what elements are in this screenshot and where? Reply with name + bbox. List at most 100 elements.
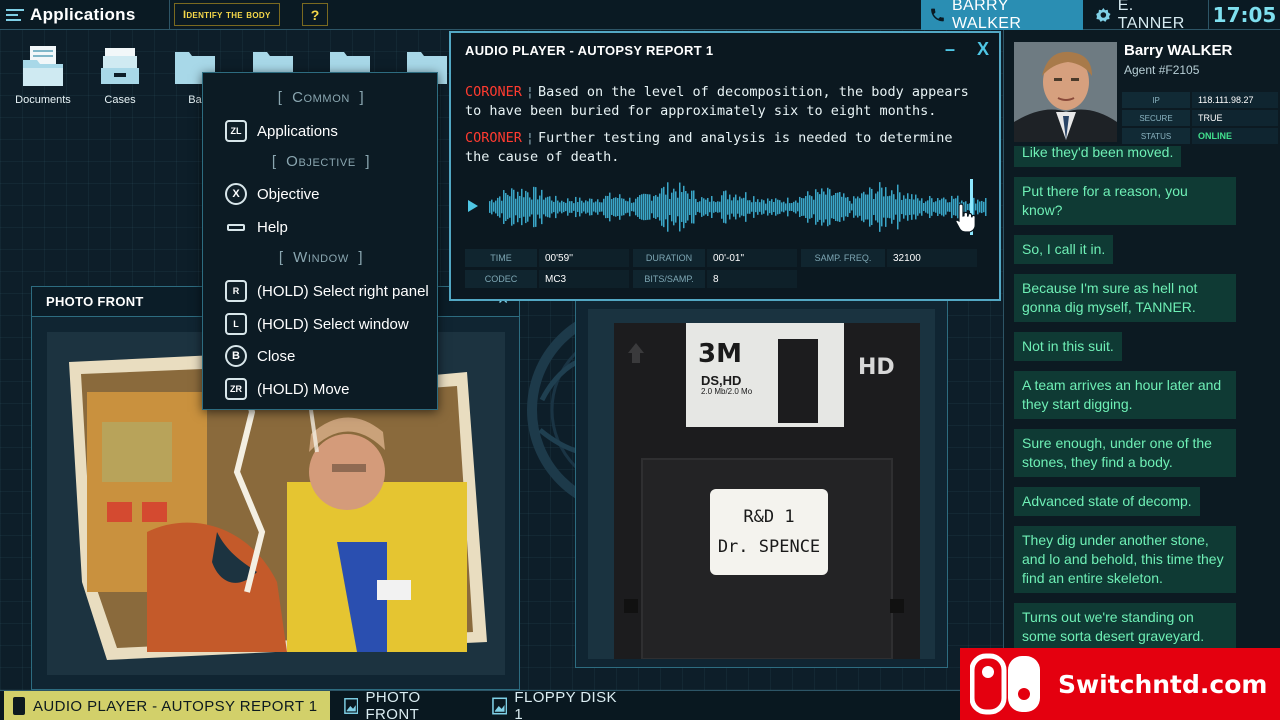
audio-player-window[interactable]: AUDIO PLAYER - AUTOPSY REPORT 1 – X CORO… <box>449 31 1001 301</box>
applications-label: Applications <box>30 5 136 24</box>
transcript-line: CORONER ¦ Further testing and analysis is … <box>465 130 953 165</box>
image-icon <box>492 697 508 715</box>
field-label: SECURE <box>1122 110 1190 126</box>
menu-item-help[interactable]: Help <box>225 216 288 238</box>
speaker-name: CORONER <box>465 84 522 100</box>
stat-label: BITS/SAMP. <box>633 270 705 288</box>
menu-item-applications[interactable]: ZL Applications <box>225 120 338 142</box>
agent-id: Agent #F2105 <box>1124 63 1200 77</box>
agent-profile: Barry WALKER Agent #F2105 IP 118.111.98.2… <box>1004 30 1280 146</box>
icon-label: Documents <box>15 94 71 106</box>
transcript-text: Further testing and analysis is needed t… <box>465 130 953 165</box>
menu-item-select-right-panel[interactable]: R (HOLD) Select right panel <box>225 280 429 302</box>
switch-logo-icon <box>970 653 1040 715</box>
taskbar-item-floppy-disk[interactable]: FLOPPY DISK 1 <box>484 689 634 720</box>
current-objective[interactable]: Identify the body <box>174 3 280 26</box>
menu-item-move[interactable]: ZR (HOLD) Move <box>225 378 350 400</box>
image-icon <box>344 698 359 714</box>
menu-item-objective[interactable]: X Objective <box>225 183 320 205</box>
applications-menu-button[interactable]: Applications <box>0 0 170 30</box>
stat-label: CODEC <box>465 270 537 288</box>
site-watermark: Switchntd.com <box>960 648 1280 720</box>
menu-item-select-window[interactable]: L (HOLD) Select window <box>225 313 409 335</box>
waveform-icon <box>489 179 987 235</box>
menu-section-common: [ Common ] <box>277 89 365 106</box>
b-button-icon: B <box>225 345 247 367</box>
minimize-icon[interactable]: – <box>945 39 955 60</box>
floppy-brand: 3M <box>698 339 742 369</box>
phone-receiver-icon <box>13 697 25 715</box>
contact-tab-barry-walker[interactable]: BARRY WALKER <box>921 0 1083 32</box>
floppy-label-line1: R&D 1 <box>743 507 795 527</box>
menu-item-label: (HOLD) Move <box>257 380 350 398</box>
stat-label: SAMP. FREQ. <box>801 249 885 267</box>
chat-message: A team arrives an hour later and they st… <box>1014 371 1236 419</box>
stat-time: 00'59'' <box>539 249 629 267</box>
r-button-icon: R <box>225 280 247 302</box>
chat-message: Not in this suit. <box>1014 332 1122 361</box>
window-title: AUDIO PLAYER - AUTOPSY REPORT 1 <box>465 42 714 58</box>
menu-item-label: Objective <box>257 185 320 203</box>
zr-button-icon: ZR <box>225 378 247 400</box>
agent-portrait <box>1014 42 1117 142</box>
play-icon[interactable] <box>467 199 479 213</box>
menu-section-objective: [ Objective ] <box>271 153 371 170</box>
floppy-disk-window[interactable]: 3M DS,HD 2.0 Mb/2.0 Mo HD R&D 1 Dr. SPEN… <box>575 300 948 668</box>
agent-ip: 118.111.98.27 <box>1192 92 1278 108</box>
stat-codec: MC3 <box>539 270 629 288</box>
stat-label: DURATION <box>633 249 705 267</box>
audio-metadata: TIME 00'59'' DURATION 00'-01" SAMP. FREQ… <box>465 249 985 291</box>
menu-section-window: [ Window ] <box>278 249 364 266</box>
audio-waveform-scrubber[interactable] <box>465 179 989 235</box>
menu-item-label: Help <box>257 218 288 236</box>
contact-tab-tanner[interactable]: E. TANNER <box>1087 0 1207 32</box>
taskbar-label: PHOTO FRONT <box>365 689 421 720</box>
menu-item-label: (HOLD) Select window <box>257 315 409 333</box>
chat-message: Turns out we're standing on some sorta d… <box>1014 603 1236 651</box>
taskbar-item-audio-player[interactable]: AUDIO PLAYER - AUTOPSY REPORT 1 <box>4 691 330 720</box>
menu-item-close[interactable]: B Close <box>225 345 295 367</box>
transcript-line: CORONER ¦ Based on the level of decomposit… <box>465 84 969 119</box>
audio-transcript: CORONER ¦ Based on the level of decomposit… <box>465 83 985 175</box>
phone-icon <box>931 8 944 22</box>
stat-samp-freq: 32100 <box>887 249 977 267</box>
stat-duration: 00'-01" <box>707 249 797 267</box>
speaker-name: CORONER <box>465 130 522 146</box>
file-cabinet-icon <box>101 48 139 84</box>
floppy-hd-mark: HD <box>858 355 895 380</box>
controls-context-menu[interactable]: [ Common ] ZL Applications [ Objective ]… <box>202 72 438 410</box>
x-button-icon: X <box>225 183 247 205</box>
agent-status: ONLINE <box>1192 128 1278 144</box>
desktop-icon-documents[interactable]: Documents <box>8 44 78 106</box>
clock: 17:05 <box>1208 0 1280 30</box>
icon-label: Cases <box>104 94 136 106</box>
chat-message: So, I call it in. <box>1014 235 1114 264</box>
top-bar: Applications Identify the body ? BARRY W… <box>0 0 1280 32</box>
agent-name: Barry WALKER <box>1124 42 1233 59</box>
taskbar-label: FLOPPY DISK 1 <box>514 689 617 720</box>
field-label: IP <box>1122 92 1190 108</box>
contact-name: BARRY WALKER <box>951 0 1022 32</box>
taskbar-label: AUDIO PLAYER - AUTOPSY REPORT 1 <box>33 697 318 715</box>
chat-message: Sure enough, under one of the stones, th… <box>1014 429 1236 477</box>
chat-message-list[interactable]: Like they'd been moved. Put there for a … <box>1014 138 1276 661</box>
chat-message: Because I'm sure as hell not gonna dig m… <box>1014 274 1236 322</box>
chat-message: Put there for a reason, you know? <box>1014 177 1236 225</box>
l-button-icon: L <box>225 313 247 335</box>
zl-button-icon: ZL <box>225 120 247 142</box>
help-button[interactable]: ? <box>302 3 328 26</box>
taskbar-item-photo-front[interactable]: PHOTO FRONT <box>336 689 476 720</box>
menu-item-label: Close <box>257 347 296 365</box>
minus-button-icon <box>225 216 247 238</box>
agent-info-table: IP 118.111.98.27 SECURE TRUE STATUS ONLINE <box>1122 92 1278 146</box>
folder-documents-icon <box>23 46 63 86</box>
watermark-text: Switchntd.com <box>1058 669 1268 699</box>
floppy-capacity: 2.0 Mb/2.0 Mo <box>701 387 753 396</box>
agent-secure: TRUE <box>1192 110 1278 126</box>
floppy-type: DS,HD <box>701 373 742 388</box>
hamburger-icon <box>6 9 24 21</box>
contact-name: E. TANNER <box>1117 0 1185 32</box>
close-icon[interactable]: X <box>977 39 989 60</box>
desktop-icon-cases[interactable]: Cases <box>85 44 155 106</box>
conversation-panel[interactable]: Like they'd been moved. Put there for a … <box>1003 30 1280 651</box>
